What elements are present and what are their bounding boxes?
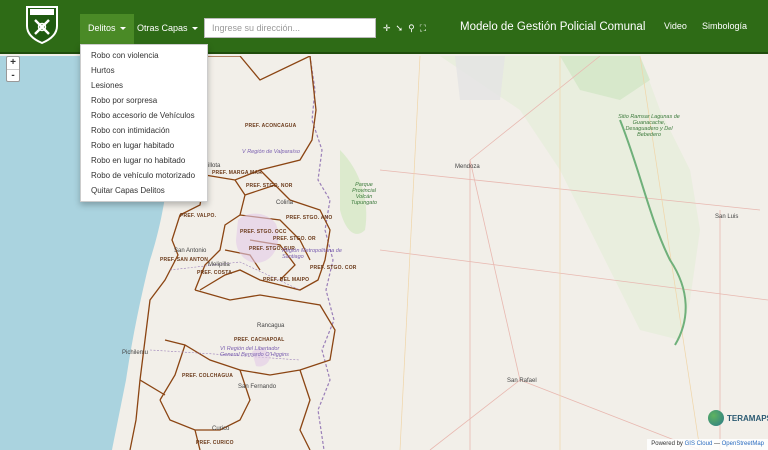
city-label: Mendoza: [455, 164, 480, 170]
park-label: Parque Provincial Volcán Tupungato: [351, 182, 377, 206]
map-label: PREF. CURICO: [196, 440, 234, 446]
map-attribution: Powered by GIS Cloud — OpenStreetMap: [647, 439, 768, 450]
nav-delitos-label: Delitos: [88, 23, 116, 33]
city-label: Colina: [276, 200, 294, 206]
video-link[interactable]: Video: [664, 21, 687, 31]
menu-item-robo-por-sorpresa[interactable]: Robo por sorpresa: [81, 93, 207, 108]
city-label: San Fernando: [238, 384, 277, 390]
chevron-down-icon: [119, 27, 126, 31]
map-label: PREF. COSTA: [197, 270, 232, 276]
park-label: Sitio Ramsar Lagunas de Guanacache, Desa…: [618, 114, 680, 138]
delitos-dropdown-menu: Robo con violencia Hurtos Lesiones Robo …: [80, 44, 208, 202]
city-label: San Luis: [715, 214, 739, 220]
menu-item-robo-con-intimidacion[interactable]: Robo con intimidación: [81, 123, 207, 138]
globe-icon: [708, 410, 724, 426]
zoom-in-button[interactable]: +: [7, 57, 19, 69]
city-label: Rancagua: [257, 323, 285, 329]
map-label: PREF. DEL MAIPO: [263, 277, 310, 283]
map-label: PREF. STGO. NOR: [246, 183, 293, 189]
map-label: PREF. STGO. OR: [273, 236, 316, 242]
map-label: PREF. COLCHAGUA: [182, 373, 234, 379]
region-label: V Región de Valparaíso: [242, 149, 300, 155]
attribution-prefix: Powered by: [651, 441, 683, 447]
map-label: PREF. STGO. COR: [310, 265, 357, 271]
city-label: San Antonio: [174, 248, 207, 254]
expand-icon[interactable]: ⛶: [420, 22, 426, 34]
map-label: PREF. MARGA MAR: [212, 170, 263, 176]
menu-item-quitar-capas-delitos[interactable]: Quitar Capas Delitos: [81, 183, 207, 198]
city-label: Pichilemu: [122, 350, 149, 356]
attribution-separator: —: [713, 441, 720, 447]
map-tools: ✛ ➘ ⚲ ⛶: [383, 19, 426, 37]
region-label: Región Metropolitana de Santiago: [282, 248, 342, 260]
city-label: San Rafael: [507, 378, 537, 384]
openstreetmap-link[interactable]: OpenStreetMap: [722, 441, 764, 447]
teramaps-label: TERAMAPS: [727, 413, 768, 423]
map-label: PREF. SAN ANTON: [160, 257, 209, 263]
menu-item-hurtos[interactable]: Hurtos: [81, 63, 207, 78]
carabineros-logo: [26, 6, 58, 44]
menu-item-robo-vehiculo-motorizado[interactable]: Robo de vehículo motorizado: [81, 168, 207, 183]
region-label: VI Región del Libertador General Bernard…: [220, 346, 289, 358]
map-label: PREF. VALPO.: [180, 213, 217, 219]
menu-item-lesiones[interactable]: Lesiones: [81, 78, 207, 93]
page-title: Modelo de Gestión Policial Comunal: [460, 21, 646, 33]
nav-otras-capas-label: Otras Capas: [137, 23, 188, 33]
city-label: Melipilla: [208, 262, 230, 268]
simbologia-link[interactable]: Simbología: [702, 21, 747, 31]
menu-item-robo-lugar-no-habitado[interactable]: Robo en lugar no habitado: [81, 153, 207, 168]
teramaps-logo: TERAMAPS: [708, 410, 768, 426]
gis-cloud-link[interactable]: GIS Cloud: [685, 441, 713, 447]
search-tool-icon[interactable]: ⚲: [408, 22, 415, 34]
zoom-control: + -: [6, 56, 20, 82]
nav-delitos[interactable]: Delitos: [80, 14, 134, 44]
menu-item-robo-lugar-habitado[interactable]: Robo en lugar habitado: [81, 138, 207, 153]
map-label: PREF. STGO. ANO: [286, 215, 333, 221]
nav-otras-capas[interactable]: Otras Capas: [129, 14, 206, 42]
map-label: PREF. STGO. OCC: [240, 229, 287, 235]
map-label: PREF. ACONCAGUA: [245, 123, 297, 129]
map-label: PREF. CACHAPOAL: [234, 337, 285, 343]
chevron-down-icon: [191, 27, 198, 31]
pointer-icon[interactable]: ➘: [396, 22, 404, 34]
city-label: Curicó: [212, 426, 230, 432]
crosshair-icon[interactable]: ✛: [383, 22, 391, 34]
address-search-input[interactable]: [204, 18, 376, 38]
menu-item-robo-con-violencia[interactable]: Robo con violencia: [81, 48, 207, 63]
menu-item-robo-accesorio-vehiculos[interactable]: Robo accesorio de Vehículos: [81, 108, 207, 123]
zoom-out-button[interactable]: -: [7, 69, 19, 81]
